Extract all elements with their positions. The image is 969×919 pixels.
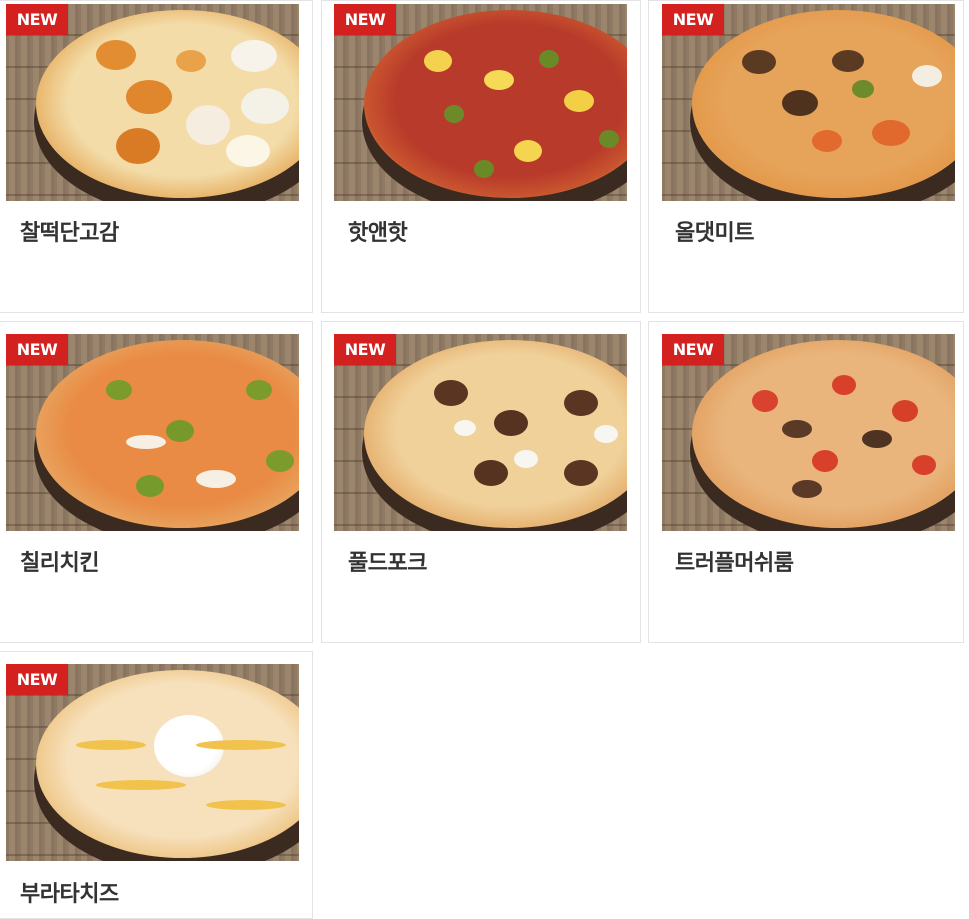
new-badge: NEW [6, 4, 68, 35]
new-badge: NEW [6, 334, 68, 365]
pizza-image[interactable]: NEW [6, 334, 299, 531]
pizza-image[interactable]: NEW [334, 4, 627, 201]
pizza-image[interactable]: NEW [6, 664, 299, 861]
menu-card-2[interactable]: NEW 핫앤핫 [321, 0, 641, 313]
menu-name[interactable]: 찰떡단고감 [20, 215, 119, 247]
menu-name[interactable]: 부라타치즈 [20, 876, 119, 908]
menu-card-3[interactable]: NEW 올댓미트 [648, 0, 964, 313]
pizza-image[interactable]: NEW [662, 334, 955, 531]
menu-card-5[interactable]: NEW 풀드포크 [321, 321, 641, 643]
new-badge: NEW [6, 664, 68, 695]
menu-card-4[interactable]: NEW 칠리치킨 [0, 321, 313, 643]
new-badge: NEW [334, 4, 396, 35]
menu-name[interactable]: 올댓미트 [675, 215, 754, 247]
menu-card-6[interactable]: NEW 트러플머쉬룸 [648, 321, 964, 643]
menu-name[interactable]: 트러플머쉬룸 [675, 545, 794, 577]
menu-name[interactable]: 핫앤핫 [348, 215, 408, 247]
new-badge: NEW [662, 334, 724, 365]
menu-name[interactable]: 칠리치킨 [20, 545, 99, 577]
new-badge: NEW [334, 334, 396, 365]
menu-card-1[interactable]: NEW 찰떡단고감 [0, 0, 313, 313]
menu-card-7[interactable]: NEW 부라타치즈 [0, 651, 313, 919]
pizza-image[interactable]: NEW [662, 4, 955, 201]
pizza-image[interactable]: NEW [334, 334, 627, 531]
menu-name[interactable]: 풀드포크 [348, 545, 427, 577]
pizza-image[interactable]: NEW [6, 4, 299, 201]
new-badge: NEW [662, 4, 724, 35]
